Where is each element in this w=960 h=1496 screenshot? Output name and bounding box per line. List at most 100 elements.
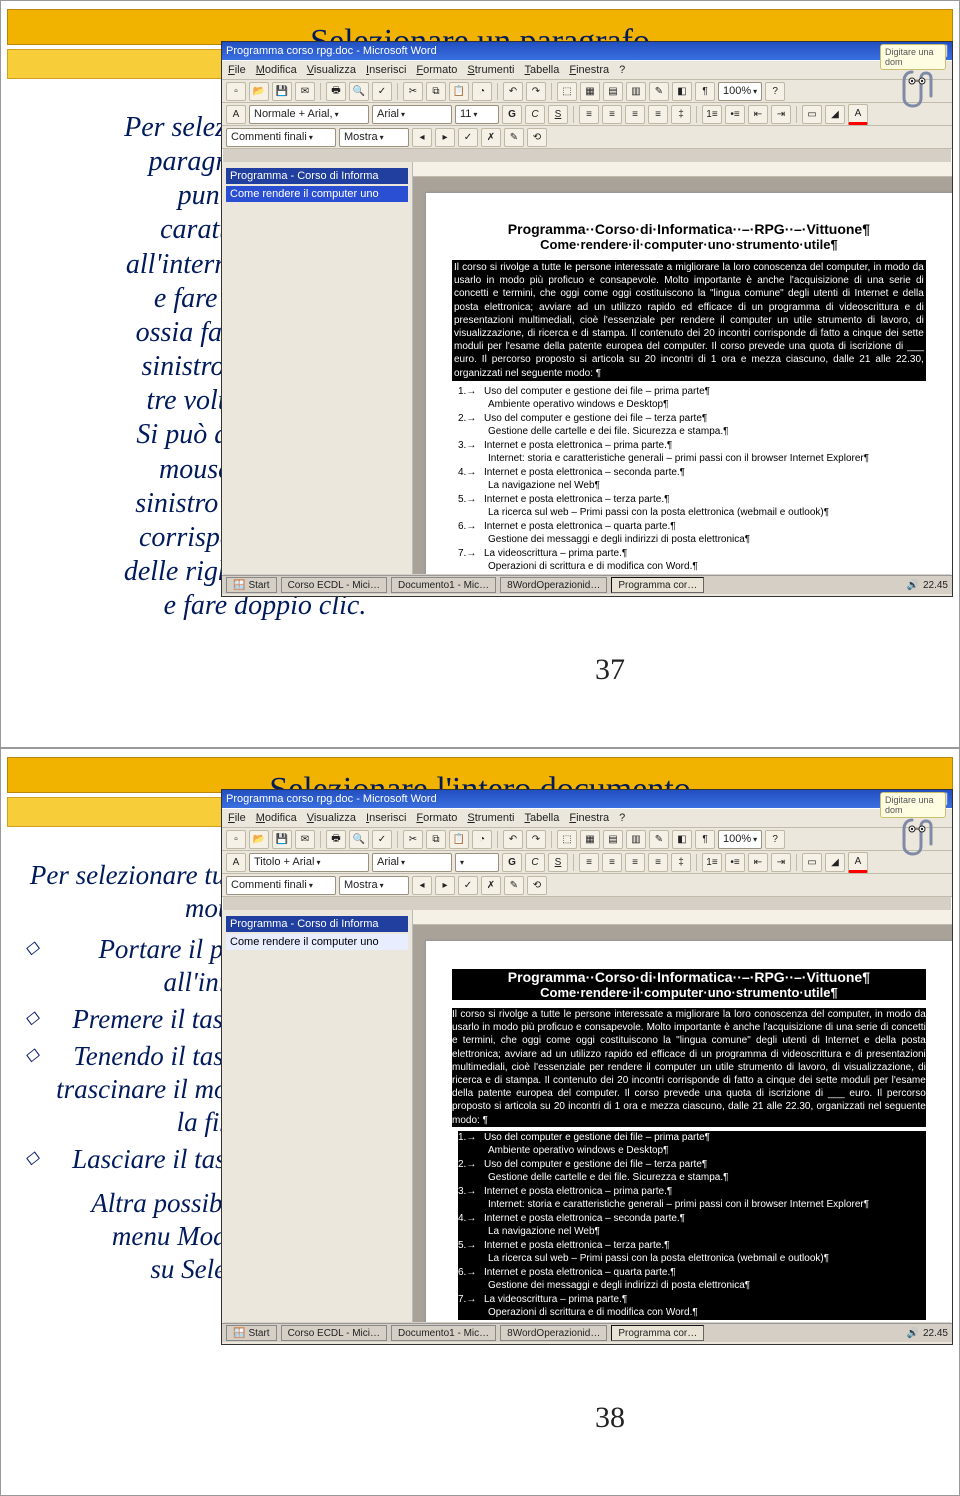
accept-icon[interactable]: ✓ [458,128,478,147]
system-tray[interactable]: 🔊 22.45 [907,580,948,591]
paste-icon[interactable]: 📋 [449,82,469,101]
justify-icon[interactable]: ≡ [648,853,668,872]
align-center-icon[interactable]: ≡ [602,853,622,872]
showhide-icon[interactable]: ¶ [695,82,715,101]
align-right-icon[interactable]: ≡ [625,853,645,872]
taskbar-item[interactable]: Corso ECDL - Mici… [281,1325,387,1341]
underline-icon[interactable]: S [548,105,568,124]
menu-tabella[interactable]: Tabella [524,64,559,76]
open-icon[interactable]: 📂 [249,830,269,849]
indent-icon[interactable]: ⇥ [771,105,791,124]
next-change-icon[interactable]: ▸ [435,876,455,895]
close-button[interactable]: × [932,44,948,58]
border-icon[interactable]: ▭ [802,853,822,872]
review-display-select[interactable]: Commenti finali▾ [226,128,336,147]
align-right-icon[interactable]: ≡ [625,105,645,124]
taskbar-item[interactable]: Documento1 - Mic… [391,577,496,593]
fontcolor-icon[interactable]: A [848,852,868,873]
print-icon[interactable]: 🖶 [326,82,346,101]
formatting-toolbar[interactable]: A Titolo + Arial▾ Arial▾ ▾ G C S ≡ ≡ ≡ ≡… [222,851,952,874]
start-button[interactable]: 🪟 Start [226,1325,277,1341]
copy-icon[interactable]: ⧉ [426,82,446,101]
minimize-button[interactable]: _ [896,792,912,806]
preview-icon[interactable]: 🔍 [349,830,369,849]
mail-icon[interactable]: ✉ [295,82,315,101]
taskbar-item[interactable]: Corso ECDL - Mici… [281,577,387,593]
copy-icon[interactable]: ⧉ [426,830,446,849]
accept-icon[interactable]: ✓ [458,876,478,895]
highlight-icon[interactable]: ◢ [825,105,845,124]
formatpainter-icon[interactable]: ◔ [472,830,492,849]
bold-icon[interactable]: G [502,105,522,124]
menu-strumenti[interactable]: Strumenti [467,812,514,824]
hyperlink-icon[interactable]: ⬚ [557,830,577,849]
menu-formato[interactable]: Formato [416,64,457,76]
docmap-icon[interactable]: ◧ [672,82,692,101]
styles-icon[interactable]: A [226,105,246,124]
tables-icon[interactable]: ▦ [580,82,600,101]
document-page[interactable]: Programma··Corso·di·Informatica··–·RPG··… [425,192,952,574]
window-titlebar[interactable]: Programma corso rpg.doc - Microsoft Word… [222,790,952,808]
excel-icon[interactable]: ▤ [603,830,623,849]
review-display-select[interactable]: Commenti finali▾ [226,876,336,895]
show-select[interactable]: Mostra▾ [339,876,409,895]
menu-bar[interactable]: File Modifica Visualizza Inserisci Forma… [222,60,952,80]
styles-icon[interactable]: A [226,853,246,872]
menu-help[interactable]: ? [619,64,625,76]
trackchanges-icon[interactable]: ⟲ [527,876,547,895]
border-icon[interactable]: ▭ [802,105,822,124]
drawing-icon[interactable]: ✎ [649,82,669,101]
docmap-item[interactable]: Come rendere il computer uno [226,934,408,950]
dedent-icon[interactable]: ⇤ [748,853,768,872]
reject-icon[interactable]: ✗ [481,876,501,895]
standard-toolbar[interactable]: ▫ 📂 💾 ✉ 🖶 🔍 ✓ ✂ ⧉ 📋 ◔ ↶ ↷ ⬚ ▦ ▤ ▥ ✎ ◧ ¶ … [222,80,952,103]
style-select[interactable]: Normale + Arial,▾ [249,105,369,124]
menu-help[interactable]: ? [619,812,625,824]
zoom-select[interactable]: 100%▾ [718,82,762,101]
reviewing-toolbar[interactable]: Commenti finali▾ Mostra▾ ◂ ▸ ✓ ✗ ✎ ⟲ [222,874,952,897]
bulletlist-icon[interactable]: •≡ [725,105,745,124]
comment-icon[interactable]: ✎ [504,876,524,895]
fontsize-select[interactable]: 11▾ [455,105,499,124]
cut-icon[interactable]: ✂ [403,82,423,101]
excel-icon[interactable]: ▤ [603,82,623,101]
spellcheck-icon[interactable]: ✓ [372,82,392,101]
menu-file[interactable]: File [228,64,246,76]
document-map-pane[interactable]: Programma - Corso di Informa Come render… [222,162,413,574]
save-icon[interactable]: 💾 [272,830,292,849]
minimize-button[interactable]: _ [896,44,912,58]
menu-visualizza[interactable]: Visualizza [307,64,356,76]
docmap-item[interactable]: Programma - Corso di Informa [226,916,408,932]
font-select[interactable]: Arial▾ [372,105,452,124]
dedent-icon[interactable]: ⇤ [748,105,768,124]
preview-icon[interactable]: 🔍 [349,82,369,101]
taskbar-item-active[interactable]: Programma cor… [611,577,704,593]
bold-icon[interactable]: G [502,853,522,872]
save-icon[interactable]: 💾 [272,82,292,101]
prev-change-icon[interactable]: ◂ [412,128,432,147]
fontsize-select[interactable]: ▾ [455,853,499,872]
spellcheck-icon[interactable]: ✓ [372,830,392,849]
linespacing-icon[interactable]: ‡ [671,853,691,872]
system-tray[interactable]: 🔊 22.45 [907,1328,948,1339]
italic-icon[interactable]: C [525,105,545,124]
bulletlist-icon[interactable]: •≡ [725,853,745,872]
menu-file[interactable]: File [228,812,246,824]
taskbar-item[interactable]: 8WordOperazionid… [500,577,607,593]
reviewing-toolbar[interactable]: Commenti finali▾ Mostra▾ ◂ ▸ ✓ ✗ ✎ ⟲ [222,126,952,149]
help-icon[interactable]: ? [765,82,785,101]
page-view[interactable]: Programma··Corso·di·Informatica··–·RPG··… [413,162,952,574]
linespacing-icon[interactable]: ‡ [671,105,691,124]
comment-icon[interactable]: ✎ [504,128,524,147]
align-center-icon[interactable]: ≡ [602,105,622,124]
showhide-icon[interactable]: ¶ [695,830,715,849]
menu-inserisci[interactable]: Inserisci [366,812,406,824]
mail-icon[interactable]: ✉ [295,830,315,849]
formatting-toolbar[interactable]: A Normale + Arial,▾ Arial▾ 11▾ G C S ≡ ≡… [222,103,952,126]
redo-icon[interactable]: ↷ [526,830,546,849]
document-map-pane[interactable]: Programma - Corso di Informa Come render… [222,910,413,1322]
next-change-icon[interactable]: ▸ [435,128,455,147]
menu-strumenti[interactable]: Strumenti [467,64,514,76]
menu-finestra[interactable]: Finestra [569,812,609,824]
menu-tabella[interactable]: Tabella [524,812,559,824]
